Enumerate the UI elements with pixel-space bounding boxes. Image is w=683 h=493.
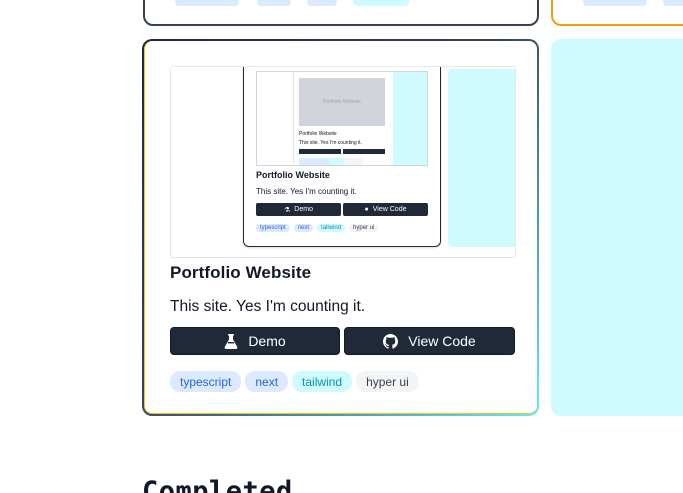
preview-nested-image: Portfolio Website <box>299 78 385 126</box>
preview-demo-label: Demo <box>294 206 313 213</box>
preview-tag: tailwind <box>317 224 346 232</box>
tag-next: next <box>245 371 289 392</box>
preview-nested-title: Portfolio Website <box>299 131 337 137</box>
project-card-previous <box>143 0 539 26</box>
project-card-next <box>551 39 683 416</box>
tag-partial <box>175 0 239 6</box>
project-screenshot: Portfolio Website Portfolio Website This… <box>170 66 516 258</box>
tag-hyper-ui: hyper ui <box>356 371 419 392</box>
demo-button[interactable]: Demo <box>170 327 340 355</box>
demo-button-label: Demo <box>248 333 286 349</box>
tag-partial <box>257 0 291 6</box>
project-description: This site. Yes I'm counting it. <box>170 298 366 315</box>
preview-nested-screenshot: Portfolio Website Portfolio Website This… <box>256 71 428 166</box>
flask-icon <box>224 333 238 349</box>
preview-description: This site. Yes I'm counting it. <box>256 187 357 196</box>
project-card: Portfolio Website Portfolio Website This… <box>142 39 539 416</box>
tag-partial <box>663 0 683 6</box>
tech-tags: typescript next tailwind hyper ui <box>170 371 419 392</box>
tag-typescript: typescript <box>170 371 242 392</box>
preview-demo-button: ⚗ Demo <box>256 203 341 216</box>
preview-code-label: View Code <box>372 206 407 213</box>
preview-nested-description: This site. Yes I'm counting it. <box>299 140 362 146</box>
preview-tag: next <box>293 224 314 232</box>
project-title: Portfolio Website <box>170 263 312 282</box>
view-code-button[interactable]: View Code <box>344 327 515 355</box>
preview-tag: hyper ui <box>349 224 379 232</box>
tag-tailwind: tailwind <box>292 371 353 392</box>
tag-partial <box>353 0 409 6</box>
project-card-previous-right <box>551 0 683 26</box>
preview-mini-card: Portfolio Website Portfolio Website This… <box>243 67 441 247</box>
preview-tag: typescript <box>256 224 290 232</box>
preview-tags: typescript next tailwind hyper ui <box>256 224 379 232</box>
preview-code-button: ● View Code <box>343 203 428 216</box>
flask-icon: ⚗ <box>284 206 291 214</box>
projects-page: Portfolio Website Portfolio Website This… <box>0 0 683 493</box>
view-code-button-label: View Code <box>408 333 476 349</box>
github-icon <box>383 333 399 349</box>
tag-partial <box>307 0 337 6</box>
section-heading-completed: Completed <box>142 476 293 493</box>
tag-partial <box>583 0 647 6</box>
github-icon: ● <box>364 206 369 213</box>
preview-title: Portfolio Website <box>256 170 330 180</box>
preview-side-card <box>448 69 515 247</box>
